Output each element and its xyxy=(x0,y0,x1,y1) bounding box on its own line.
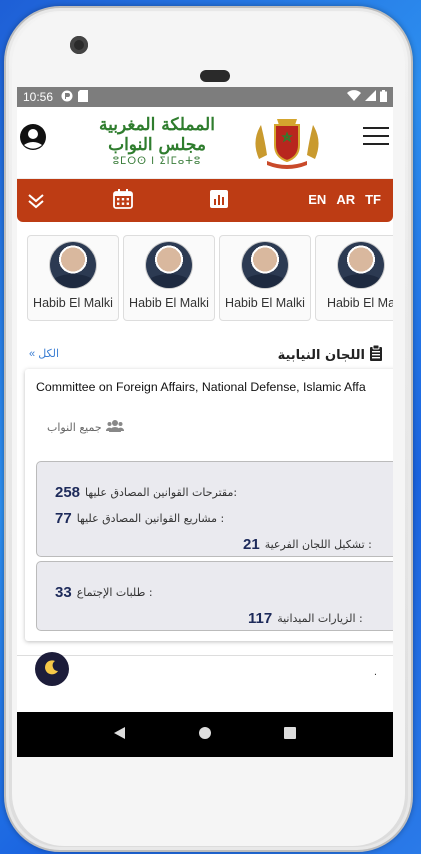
member-card[interactable]: Habib El Ma xyxy=(315,235,393,321)
moon-icon xyxy=(44,659,60,679)
stat-value: 33 xyxy=(55,584,72,601)
chevron-double-left-icon: « xyxy=(29,348,36,360)
committees-section-header: « الكل اللجان النيابية xyxy=(17,344,393,365)
clipboard-list-icon xyxy=(369,344,383,365)
stat-value: 117 xyxy=(248,610,273,627)
app-screen: 10:56 المملكة المغربية مجلس النواب ⵓⵎⵔⵙ xyxy=(17,87,393,757)
earpiece-speaker xyxy=(200,70,230,82)
home-nav-icon[interactable] xyxy=(197,725,213,745)
sd-card-icon xyxy=(78,89,89,105)
status-bar: 10:56 xyxy=(17,87,393,107)
stat-value: 258 xyxy=(55,484,81,501)
app-header: المملكة المغربية مجلس النواب ⵓⵎⵔⵙ ⵏ ⵉⵏⵎⴰ… xyxy=(17,107,393,179)
stat-subcommittees: 21 تشكيل اللجان الفرعية : xyxy=(243,536,372,553)
members-label: جميع النواب xyxy=(47,421,102,434)
chevron-double-down-icon[interactable] xyxy=(25,190,47,212)
statistics-chart-icon[interactable] xyxy=(209,189,229,213)
stat-field-visits: 117 الزيارات الميدانية : xyxy=(248,610,363,627)
member-card[interactable]: Habib El Malki xyxy=(123,235,215,321)
member-name: Habib El Malki xyxy=(129,296,209,310)
all-members-link[interactable]: جميع النواب xyxy=(47,419,124,436)
member-name: Habib El Malki xyxy=(33,296,113,310)
committee-stats-box-legislation: 258 مقترحات القوانين المصادق عليها: 77 م… xyxy=(36,461,393,557)
see-all-link[interactable]: « الكل xyxy=(29,347,59,360)
member-photo xyxy=(242,242,288,288)
battery-icon xyxy=(380,89,387,105)
member-photo xyxy=(146,242,192,288)
committee-card[interactable]: Committee on Foreign Affairs, National D… xyxy=(25,369,393,641)
member-name: Habib El Ma xyxy=(326,296,393,310)
stat-approved-bills: 77 مشاريع القوانين المصادق عليها : xyxy=(55,510,224,527)
parliament-logo-text: المملكة المغربية مجلس النواب ⵓⵎⵔⵙ ⵏ ⵉⵏⵎⴰ… xyxy=(87,115,227,169)
member-photo xyxy=(50,242,96,288)
committee-stats-box-activity: 33 طلبات الإجتماع : 117 الزيارات الميدان… xyxy=(36,561,393,631)
see-all-label: الكل xyxy=(38,348,60,360)
member-card[interactable]: Habib El Malki xyxy=(27,235,119,321)
users-group-icon xyxy=(105,419,124,436)
logo-tifinagh-text: ⵓⵎⵔⵙ ⵏ ⵉⵏⵎⴰⵜⵓ xyxy=(112,156,202,167)
stat-label: طلبات الإجتماع : xyxy=(76,586,153,599)
language-switcher: EN AR TF xyxy=(308,192,381,207)
status-time: 10:56 xyxy=(23,90,54,104)
signal-icon xyxy=(365,90,376,104)
calendar-icon[interactable] xyxy=(113,189,133,213)
stat-label: مقترحات القوانين المصادق عليها: xyxy=(85,486,238,499)
members-carousel[interactable]: Habib El Malki Habib El Malki Habib El M… xyxy=(27,235,393,321)
recents-nav-icon[interactable] xyxy=(282,725,298,745)
stat-label: الزيارات الميدانية : xyxy=(277,612,363,625)
status-indicators xyxy=(347,89,387,105)
stat-value: 21 xyxy=(243,536,260,553)
logo-parliament-text: مجلس النواب xyxy=(108,135,206,155)
hamburger-menu-icon[interactable] xyxy=(363,127,389,149)
member-photo xyxy=(338,242,384,288)
footer-dot: . xyxy=(373,667,377,678)
member-name: Habib El Malki xyxy=(225,296,305,310)
stat-label: تشكيل اللجان الفرعية : xyxy=(264,538,372,551)
stat-value: 77 xyxy=(55,510,72,527)
committee-title: Committee on Foreign Affairs, National D… xyxy=(36,380,366,394)
front-camera xyxy=(70,36,88,54)
stat-meeting-requests: 33 طلبات الإجتماع : xyxy=(55,584,153,601)
section-title-text: اللجان النيابية xyxy=(277,347,365,363)
stat-label: مشاريع القوانين المصادق عليها : xyxy=(76,512,225,525)
coat-of-arms-emblem xyxy=(247,111,327,171)
toolbar: EN AR TF xyxy=(17,179,393,222)
dark-mode-toggle[interactable] xyxy=(35,652,69,686)
lang-en-button[interactable]: EN xyxy=(308,192,326,207)
profile-icon[interactable] xyxy=(19,123,47,151)
wifi-icon xyxy=(347,90,361,104)
member-card[interactable]: Habib El Malki xyxy=(219,235,311,321)
logo-kingdom-text: المملكة المغربية xyxy=(99,115,215,135)
footer-area xyxy=(17,655,393,695)
back-nav-icon[interactable] xyxy=(112,725,128,745)
app-notification-icon xyxy=(61,90,73,105)
section-title: اللجان النيابية xyxy=(277,344,383,365)
lang-ar-button[interactable]: AR xyxy=(336,192,355,207)
android-nav-bar xyxy=(17,712,393,757)
stat-approved-proposals: 258 مقترحات القوانين المصادق عليها: xyxy=(55,484,237,501)
lang-tf-button[interactable]: TF xyxy=(365,192,381,207)
